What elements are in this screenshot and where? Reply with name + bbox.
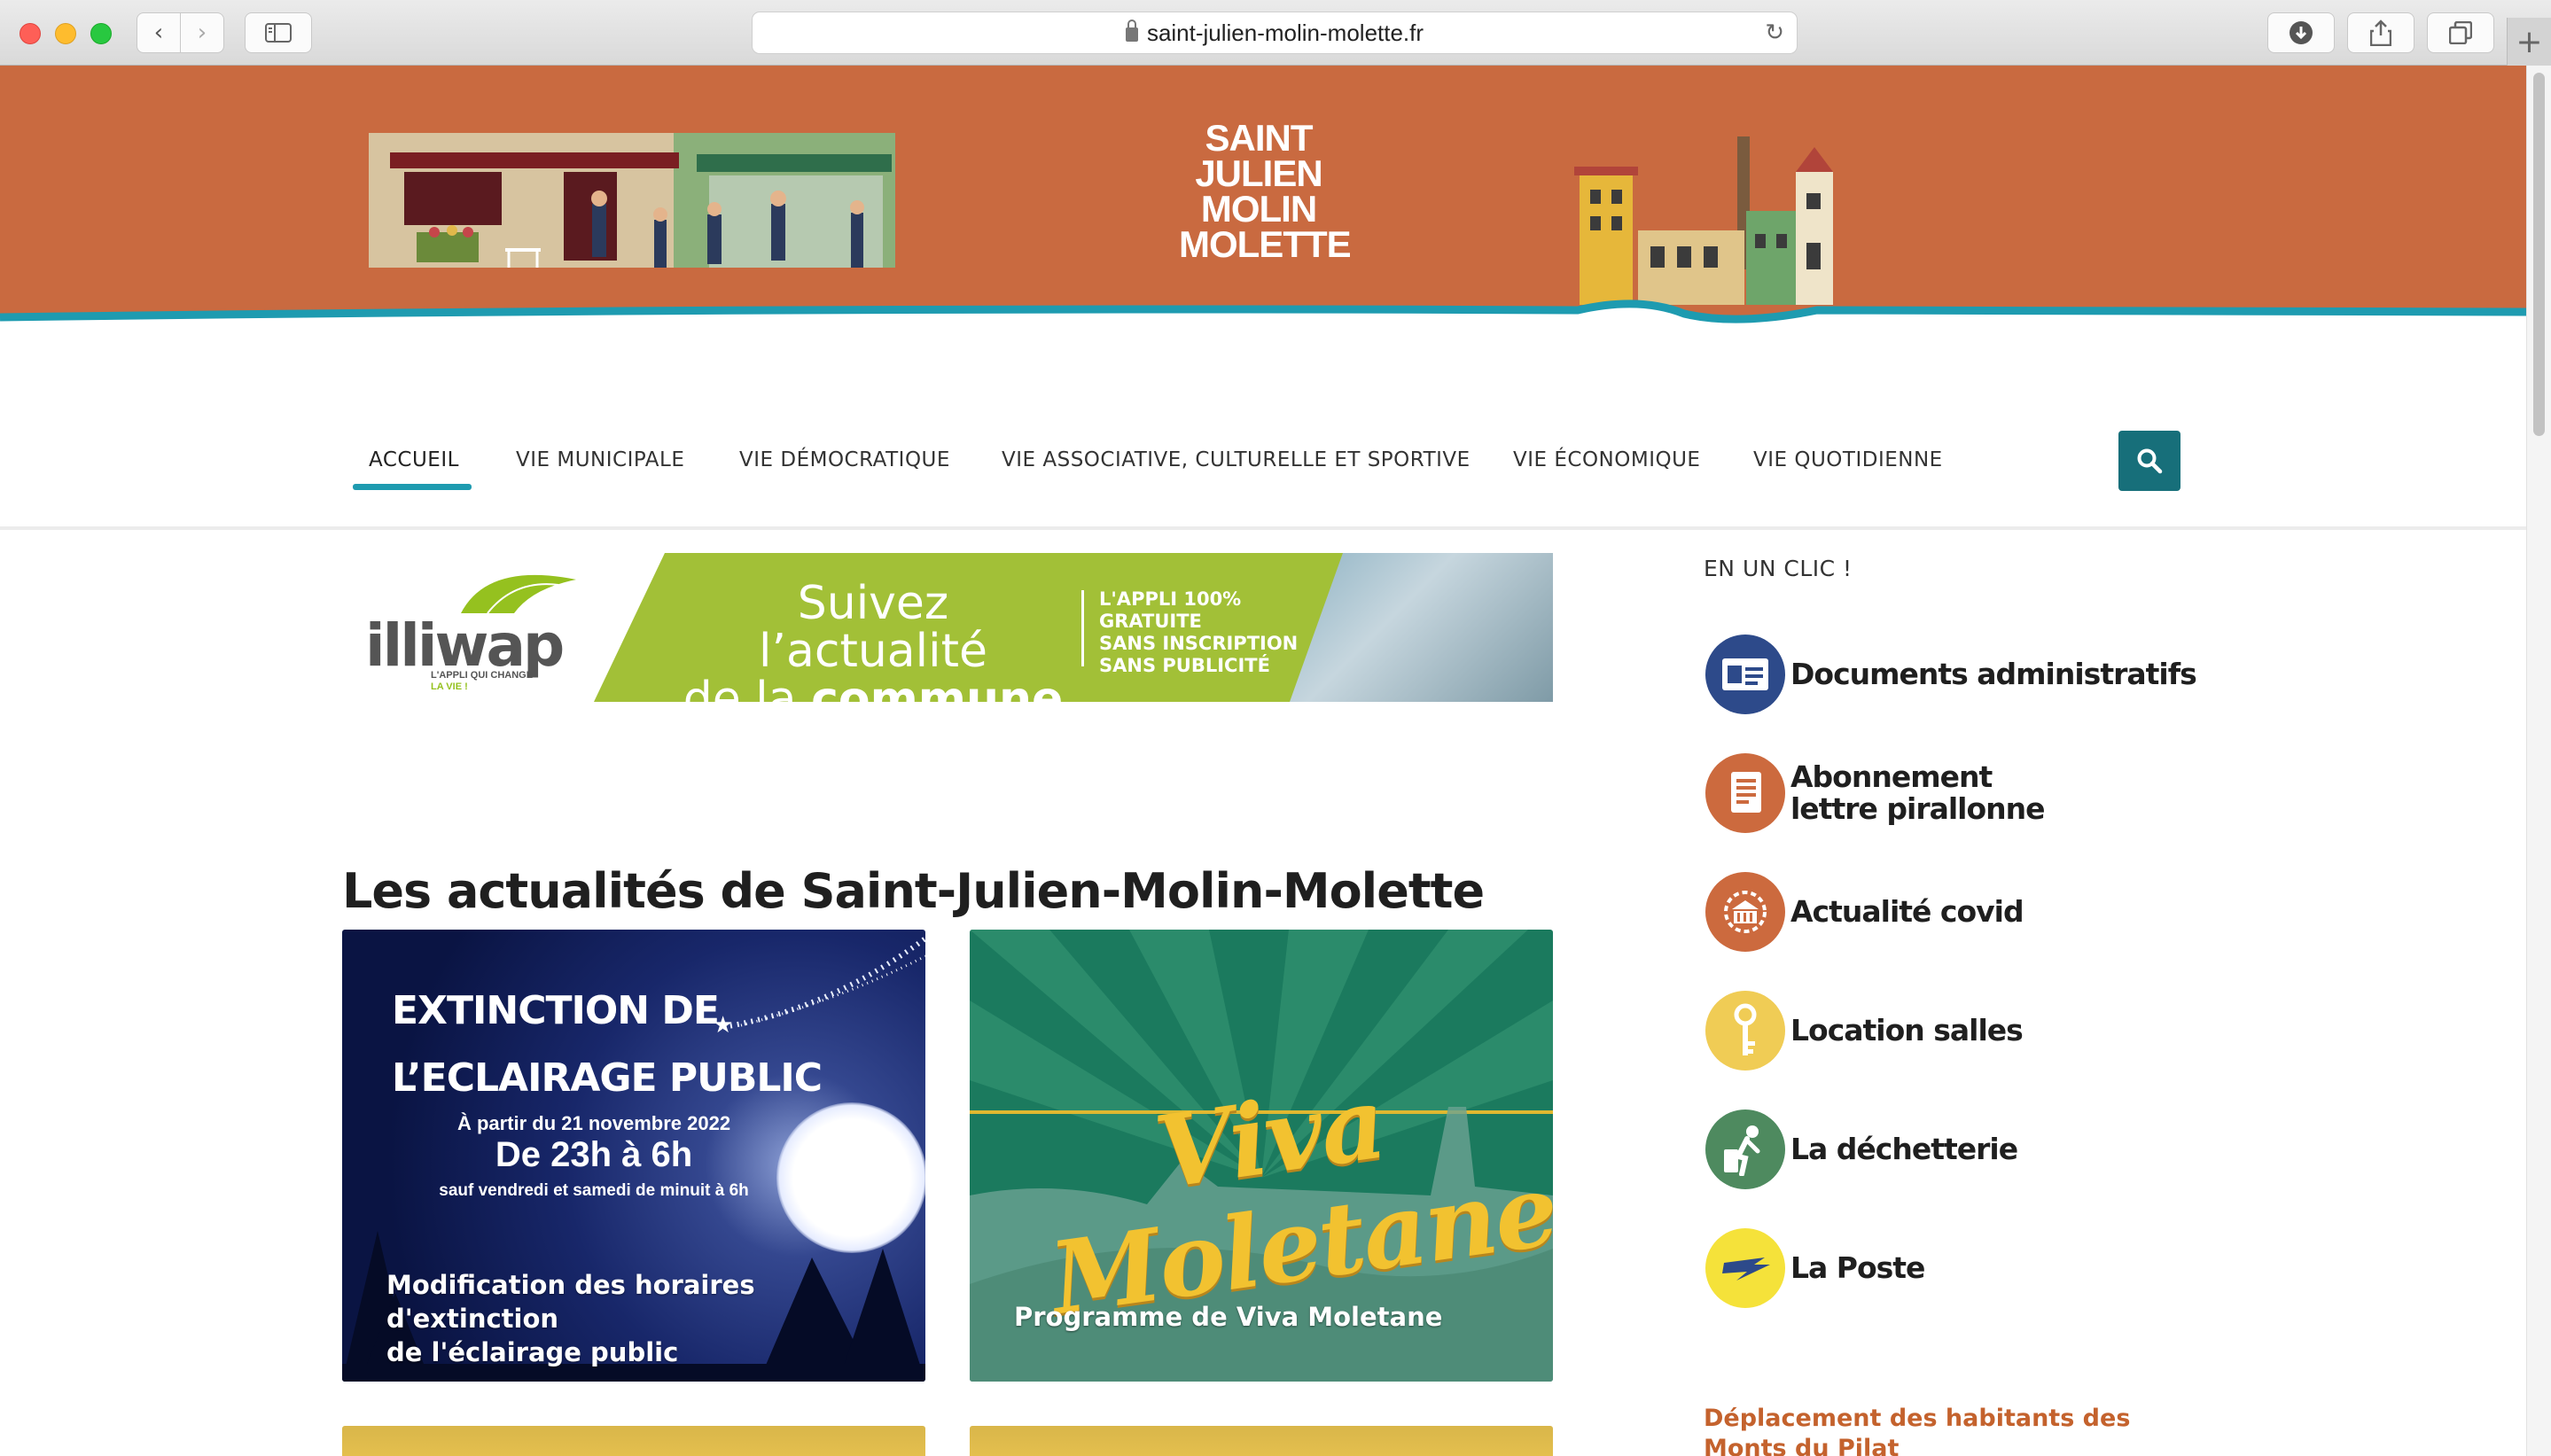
deplacement-link[interactable]: Déplacement des habitants des Monts du P… [1704, 1404, 2200, 1456]
nav-vie-quotidienne[interactable]: VIE QUOTIDIENNE [1753, 448, 1943, 471]
downloads-button[interactable] [2267, 12, 2335, 53]
plus-icon: + [2516, 23, 2543, 60]
link-actualite-covid[interactable]: Actualité covid [1705, 872, 2024, 952]
nav-vie-associative[interactable]: VIE ASSOCIATIVE, CULTURELLE ET SPORTIVE [1002, 448, 1471, 471]
active-nav-indicator [353, 484, 472, 490]
browser-toolbar: ‹ › saint-julien-molin-molette.fr ↻ + [0, 0, 2551, 66]
poster-date: À partir du 21 novembre 2022 [456, 1112, 731, 1134]
benefit-line: SANS PUBLICITÉ [1099, 655, 1270, 676]
news-card-partial[interactable] [342, 1426, 925, 1456]
news-card-partial[interactable] [970, 1426, 1553, 1456]
benefit-line: GRATUITE [1099, 611, 1202, 632]
id-card-icon [1705, 635, 1785, 714]
logo-line: SAINT [1205, 117, 1314, 159]
key-icon [1705, 991, 1785, 1071]
benefit-line: L'APPLI 100% [1099, 588, 1242, 610]
illiwap-benefits: L'APPLI 100% GRATUITE SANS INSCRIPTION S… [1099, 588, 1298, 677]
site-banner: SAINT JULIEN MOLIN MOLETTE [0, 66, 2526, 331]
link-label: Abonnement lettre pirallonne [1790, 759, 2046, 826]
share-button[interactable] [2347, 12, 2414, 53]
new-tab-button[interactable]: + [2507, 18, 2551, 66]
link-label: La Poste [1790, 1250, 1925, 1285]
newspaper-icon [1705, 753, 1785, 833]
link-label: Actualité covid [1790, 894, 2024, 929]
headline-part: de la [683, 673, 812, 702]
sidebar-icon [265, 23, 292, 43]
nav-vie-economique[interactable]: VIE ÉCONOMIQUE [1513, 448, 1700, 471]
chevron-right-icon: › [197, 19, 207, 46]
card-caption: Programme de Viva Moletane [1014, 1302, 1443, 1332]
site-logo[interactable]: SAINT JULIEN MOLIN MOLETTE [1179, 117, 1352, 265]
minimize-window-button[interactable] [55, 23, 76, 44]
tabs-icon [2449, 21, 2472, 44]
caption-line: Modification des horaires d'extinction [386, 1270, 755, 1334]
link-location-salles[interactable]: Location salles [1705, 991, 2024, 1071]
river-wave [0, 300, 2526, 331]
poster-title: EXTINCTION DE L’ECLAIRAGE PUBLIC [392, 977, 823, 1112]
sidebar-heading: EN UN CLIC ! [1704, 556, 1853, 581]
news-card-eclairage[interactable]: ★ EXTINCTION DE L’ECLAIRAGE PUBLIC À par… [342, 930, 925, 1382]
share-icon [2370, 19, 2391, 46]
nav-accueil[interactable]: ACCUEIL [369, 448, 459, 471]
caption-line: de l'éclairage public [386, 1337, 679, 1367]
link-la-poste[interactable]: La Poste [1705, 1228, 1925, 1308]
chevron-left-icon: ‹ [153, 19, 164, 46]
tagline-text: LA VIE ! [431, 681, 468, 692]
benefit-line: SANS INSCRIPTION [1099, 633, 1299, 654]
back-button[interactable]: ‹ [137, 12, 181, 53]
page-scrollbar[interactable] [2526, 66, 2551, 1456]
headline-line: Suivez l’actualité [759, 577, 987, 678]
sidebar-toggle-button[interactable] [245, 12, 312, 53]
search-button[interactable] [2118, 431, 2180, 491]
tagline-text: L'APPLI QUI CHANGE [431, 670, 534, 681]
illiwap-leaf-icon [461, 574, 576, 614]
logo-line: MOLIN [1200, 188, 1317, 230]
scrollbar-thumb[interactable] [2533, 73, 2545, 436]
link-label: La déchetterie [1790, 1132, 2018, 1166]
logo-line: MOLETTE [1179, 223, 1352, 265]
tabs-overview-button[interactable] [2427, 12, 2494, 53]
link-label: Location salles [1790, 1013, 2024, 1047]
link-dechetterie[interactable]: La déchetterie [1705, 1110, 2018, 1189]
news-card-viva-moletane[interactable]: Viva Moletane Programme de Viva Moletane [970, 930, 1553, 1382]
url-text: saint-julien-molin-molette.fr [1146, 19, 1424, 46]
web-page: SAINT JULIEN MOLIN MOLETTE ACCUEIL VIE M… [0, 66, 2526, 1456]
la-poste-icon [1705, 1228, 1785, 1308]
download-icon [2290, 21, 2313, 44]
zoom-window-button[interactable] [90, 23, 112, 44]
headline-part-bold: commune [811, 673, 1064, 702]
poster-hours: De 23h à 6h [495, 1135, 693, 1174]
card-caption: Modification des horaires d'extinction d… [386, 1268, 925, 1369]
address-bar[interactable]: saint-julien-molin-molette.fr ↻ [752, 12, 1798, 54]
nav-vie-democratique[interactable]: VIE DÉMOCRATIQUE [739, 448, 950, 471]
link-abonnement-lettre[interactable]: Abonnement lettre pirallonne [1705, 753, 2046, 833]
reload-icon[interactable]: ↻ [1765, 19, 1784, 46]
virus-building-icon [1705, 872, 1785, 952]
poster-title-line: EXTINCTION DE [392, 988, 720, 1033]
search-icon [2137, 448, 2163, 474]
close-window-button[interactable] [20, 23, 41, 44]
link-label: Documents administratifs [1790, 657, 2197, 691]
recycling-person-icon [1705, 1110, 1785, 1189]
link-documents-administratifs[interactable]: Documents administratifs [1705, 635, 2197, 714]
headline-line: de la commune [678, 675, 1068, 702]
nav-vie-municipale[interactable]: VIE MUNICIPALE [516, 448, 684, 471]
forward-button[interactable]: › [180, 12, 224, 53]
illiwap-tagline: L'APPLI QUI CHANGE LA VIE ! [431, 670, 533, 693]
label-line: Abonnement [1790, 759, 1993, 794]
divider [1081, 590, 1084, 666]
poster-title-line: L’ECLAIRAGE PUBLIC [392, 1055, 823, 1101]
logo-line: JULIEN [1195, 152, 1322, 194]
main-navigation: ACCUEIL VIE MUNICIPALE VIE DÉMOCRATIQUE … [0, 331, 2526, 530]
label-line: lettre pirallonne [1790, 791, 2046, 826]
illiwap-banner[interactable]: illiwap L'APPLI QUI CHANGE LA VIE ! Suiv… [355, 553, 1553, 702]
page-title: Les actualités de Saint-Julien-Molin-Mol… [342, 863, 1485, 919]
illiwap-headline: Suivez l’actualité de la commune [678, 580, 1068, 702]
lock-icon [1125, 19, 1138, 42]
